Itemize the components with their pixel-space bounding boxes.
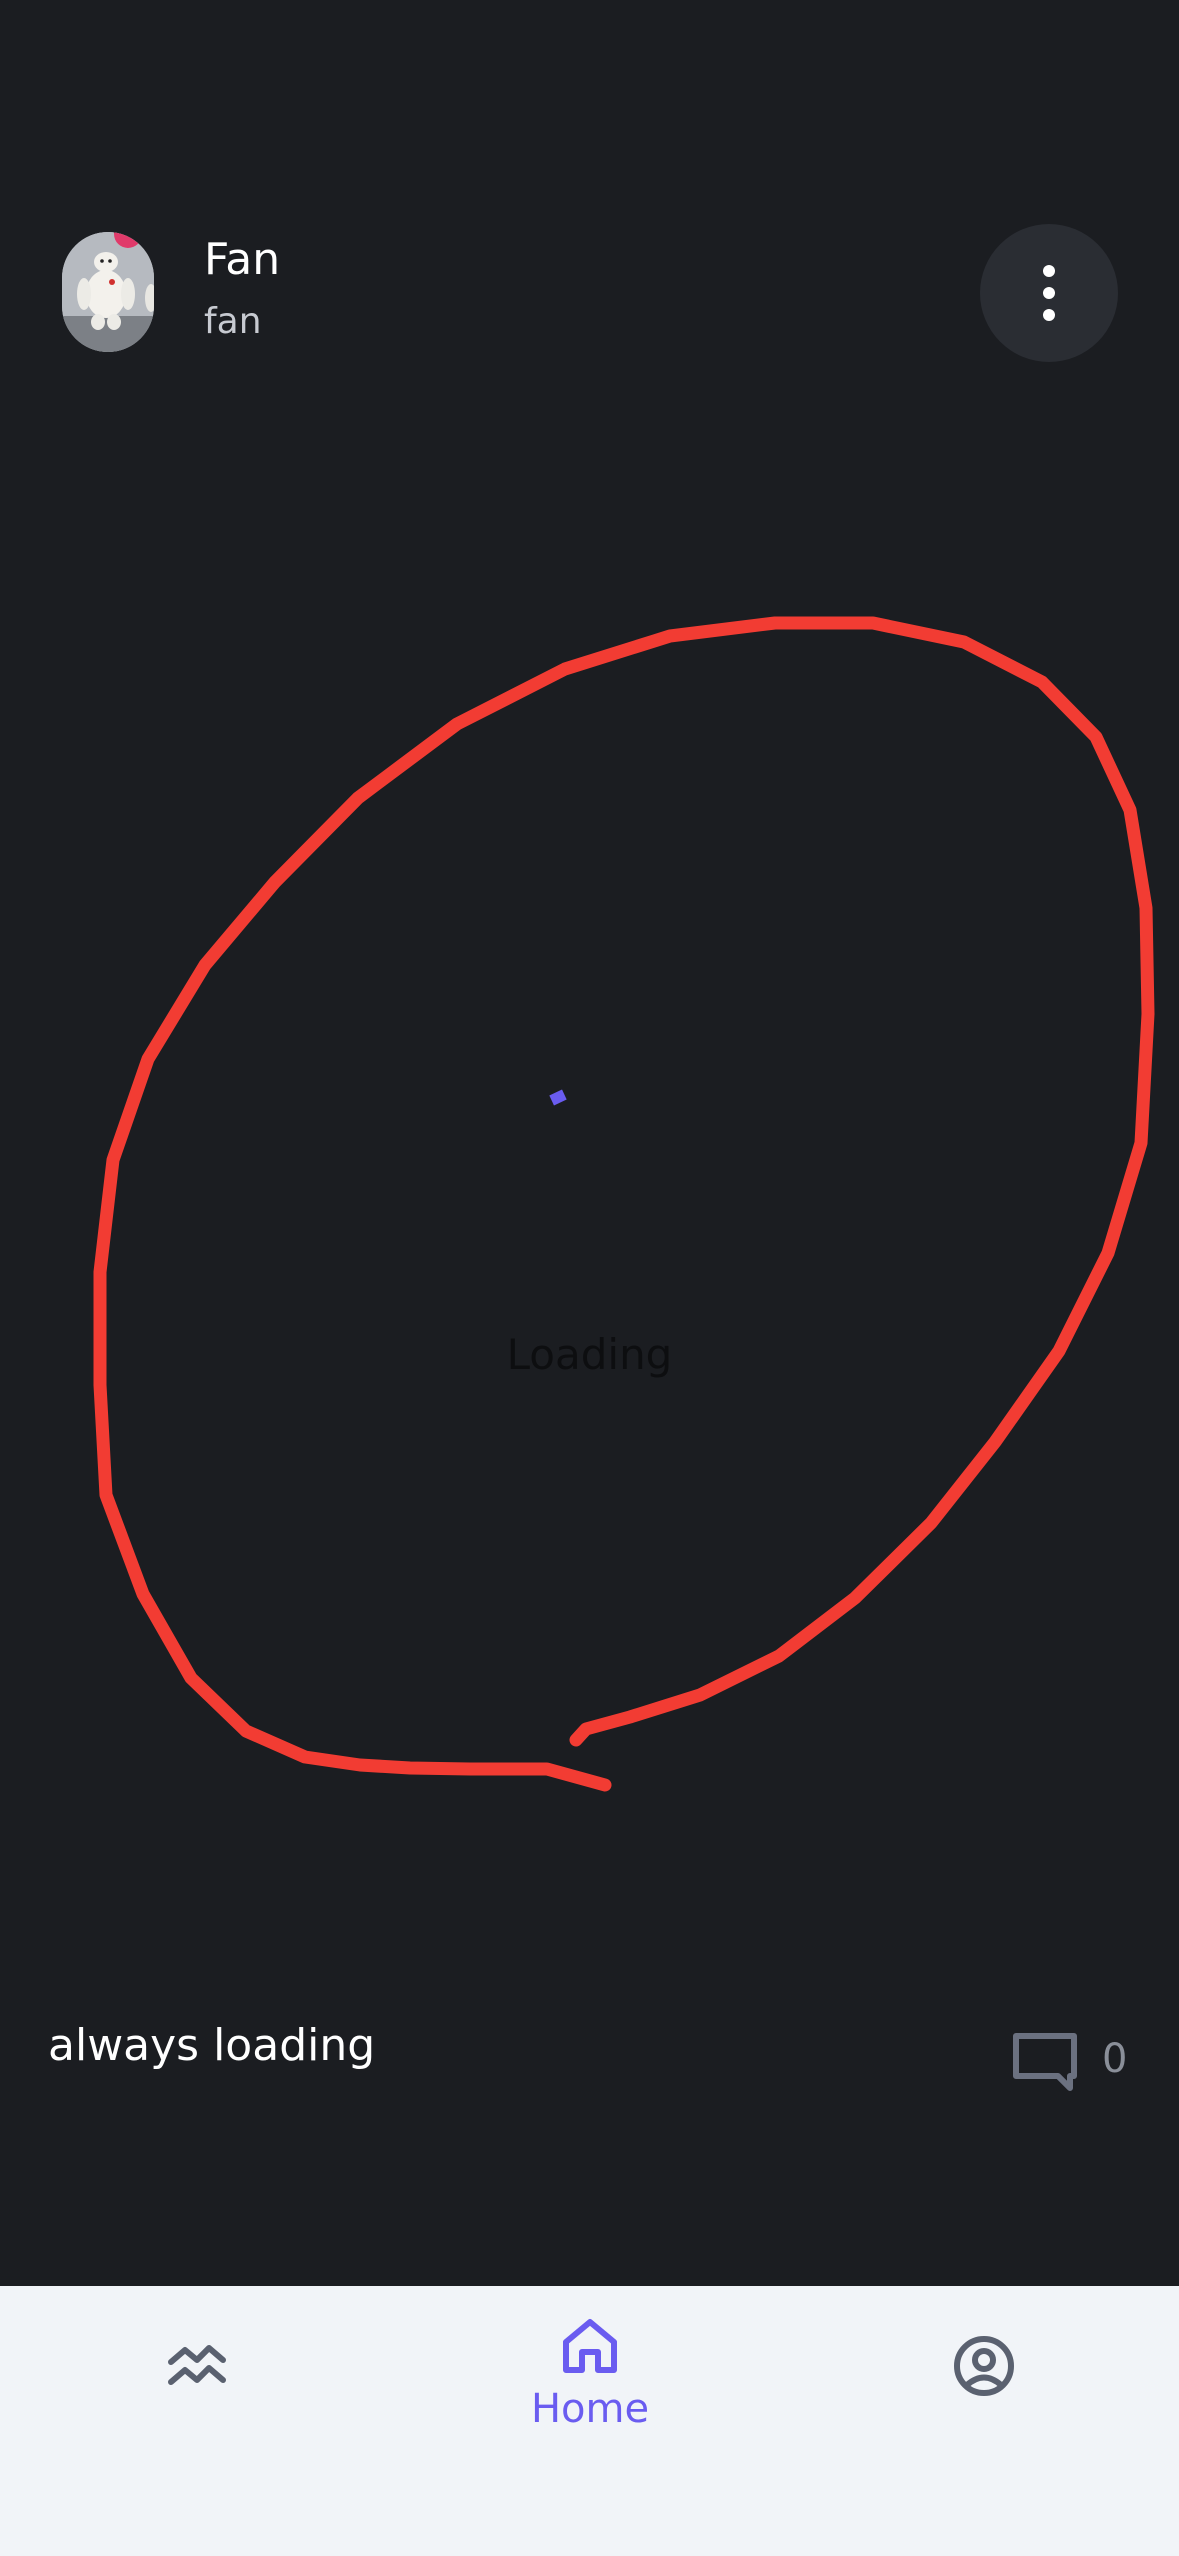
comment-count: 0 — [1102, 2036, 1128, 2082]
user-handle: fan — [204, 301, 262, 342]
bottom-navigation: Home — [0, 2286, 1179, 2556]
profile-icon — [954, 2336, 1014, 2396]
comment-button[interactable]: 0 — [1010, 2030, 1127, 2094]
post-header: Fan fan — [0, 224, 1179, 362]
nav-item-profile[interactable] — [874, 2286, 1094, 2486]
nav-label-home: Home — [530, 2386, 650, 2432]
user-name[interactable]: Fan — [204, 232, 280, 288]
more-options-button[interactable] — [980, 224, 1118, 362]
post-media[interactable]: Loading — [0, 560, 1179, 1860]
home-icon — [563, 2319, 617, 2373]
red-circle-annotation — [93, 616, 1155, 1792]
nav-item-activity[interactable] — [87, 2286, 307, 2486]
avatar[interactable] — [62, 232, 154, 352]
post-caption: always loading — [48, 2020, 376, 2071]
comment-icon — [1013, 2033, 1077, 2091]
nav-item-home[interactable]: Home — [480, 2286, 700, 2486]
more-vertical-icon — [1043, 265, 1055, 321]
activity-icon — [168, 2345, 226, 2385]
baymax-figure-avatar-icon — [62, 232, 154, 352]
